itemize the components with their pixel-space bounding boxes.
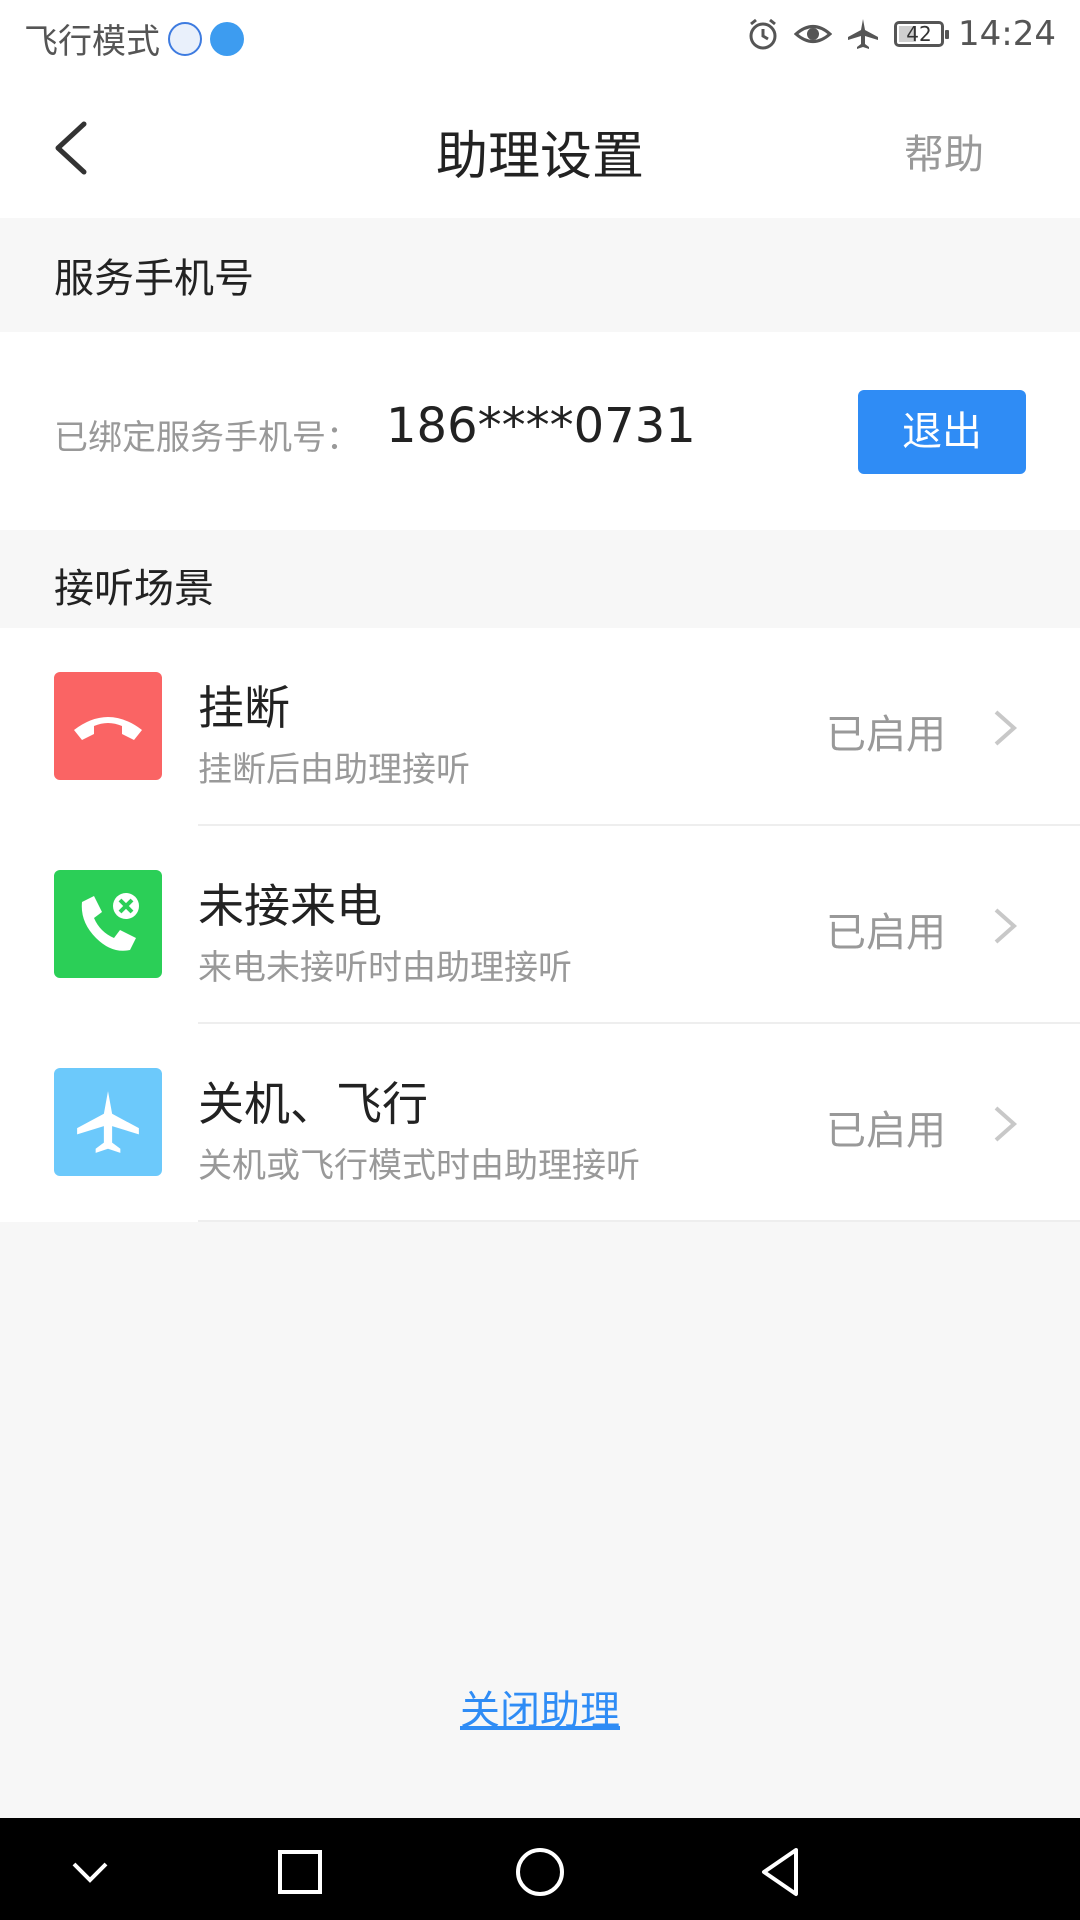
- hang-up-icon: [54, 672, 162, 780]
- status-bar-right: 42 14:24: [746, 14, 1056, 54]
- scene-description: 关机或飞行模式时由助理接听: [198, 1146, 640, 1186]
- status-bar-left: 飞行模式: [24, 14, 244, 63]
- scene-item-airplane[interactable]: 关机、飞行 关机或飞行模式时由助理接听 已启用: [0, 1024, 1080, 1222]
- eye-icon: [794, 25, 833, 43]
- system-nav-bar: [0, 1818, 1080, 1920]
- chevron-down-icon[interactable]: [62, 1844, 118, 1900]
- scene-description: 来电未接听时由助理接听: [198, 948, 572, 988]
- baidu-icon: [168, 21, 202, 56]
- bound-phone-label: 已绑定服务手机号：: [54, 418, 360, 458]
- clock: 14:24: [958, 14, 1056, 54]
- bound-phone-number: 186****0731: [386, 398, 696, 454]
- airplane-icon: [54, 1068, 162, 1176]
- scene-status: 已启用: [826, 910, 946, 956]
- scene-title: 挂断: [198, 681, 290, 735]
- scene-title: 关机、飞行: [198, 1077, 428, 1131]
- back-triangle-icon[interactable]: [752, 1844, 808, 1900]
- scene-item-missed-call[interactable]: 未接来电 来电未接听时由助理接听 已启用: [0, 826, 1080, 1024]
- close-assistant-link[interactable]: 关闭助理: [0, 1678, 1080, 1736]
- alarm-icon: [749, 18, 777, 50]
- recents-square-icon[interactable]: [272, 1844, 328, 1900]
- airplane-icon: [848, 19, 879, 49]
- scene-item-hang-up[interactable]: 挂断 挂断后由助理接听 已启用: [0, 628, 1080, 826]
- alipay-icon: [210, 21, 244, 56]
- home-circle-icon[interactable]: [512, 1844, 568, 1900]
- scene-list: 挂断 挂断后由助理接听 已启用 未接来电 来电未接听时由助理接听 已启用 关机、…: [0, 628, 1080, 1222]
- service-phone-row: 已绑定服务手机号： 186****0731 退出: [0, 332, 1080, 530]
- section-header-scenes: 接听场景: [0, 532, 1080, 628]
- missed-call-icon: [54, 870, 162, 978]
- section-title-scenes: 接听场景: [54, 566, 214, 612]
- airplane-mode-text: 飞行模式: [24, 22, 160, 62]
- logout-button[interactable]: 退出: [858, 390, 1026, 474]
- divider: [198, 1220, 1080, 1222]
- battery-icon: 42: [894, 21, 950, 47]
- status-bar: 飞行模式 42 14:24: [0, 0, 1080, 76]
- app-header: 助理设置 帮助: [0, 76, 1080, 218]
- scene-description: 挂断后由助理接听: [198, 750, 470, 790]
- scene-status: 已启用: [826, 1108, 946, 1154]
- chevron-right-icon: [994, 908, 1018, 944]
- scene-title: 未接来电: [198, 879, 382, 933]
- section-header-service-phone: 服务手机号: [0, 218, 1080, 332]
- section-title-service-phone: 服务手机号: [54, 256, 254, 302]
- chevron-right-icon: [994, 710, 1018, 746]
- chevron-right-icon: [994, 1106, 1018, 1142]
- battery-level: 42: [906, 22, 932, 46]
- scene-status: 已启用: [826, 712, 946, 758]
- help-link[interactable]: 帮助: [904, 122, 984, 180]
